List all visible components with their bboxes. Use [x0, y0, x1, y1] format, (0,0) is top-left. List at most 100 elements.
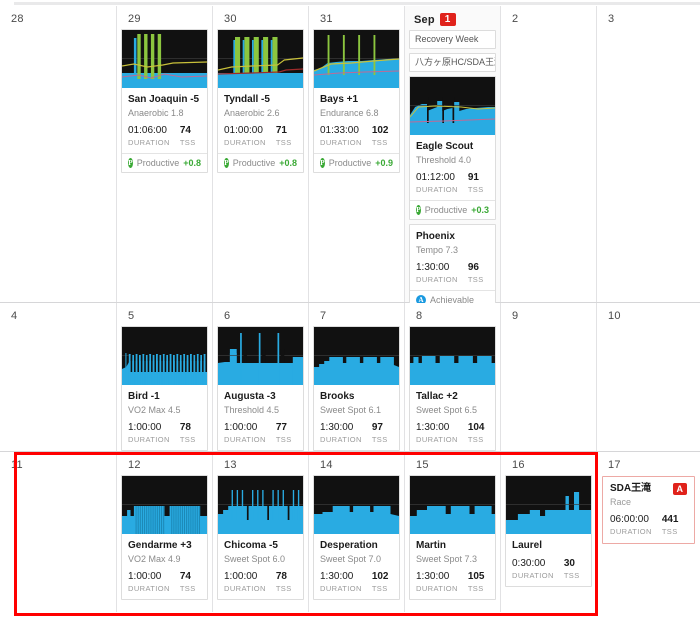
- calendar-day-cell-13[interactable]: 13 Chicoma -5 Sweet Spot 6.0 1:00:00 DURATIO…: [213, 452, 309, 612]
- tss-label: TSS: [371, 138, 388, 147]
- workout-status-footer: P Productive +0.9: [314, 153, 399, 172]
- calendar-day-cell-29[interactable]: 29 San Joaquin -5 Anaerobic 1.8 01:06:00 DUR…: [117, 6, 213, 302]
- workout-title: Chicoma -5: [224, 540, 278, 551]
- productive-icon: P: [320, 158, 325, 168]
- workout-title: Brooks: [320, 391, 355, 402]
- duration-label: DURATION: [416, 275, 458, 284]
- workout-subtitle: Endurance 6.8: [320, 108, 379, 118]
- duration-label: DURATION: [128, 584, 170, 593]
- calendar-day-cell-17[interactable]: 17 SDA王滝 A Race 06:00:00 DURATION 441 TSS: [597, 452, 700, 612]
- workout-tss-value: 78: [275, 571, 287, 582]
- calendar-day-cell-16[interactable]: 16 Laurel 0:30:00 DURATION 30 TSS: [501, 452, 597, 612]
- workout-title: Eagle Scout: [416, 141, 474, 152]
- workout-power-graph: [122, 327, 207, 385]
- race-duration-value: 06:00:00: [610, 514, 649, 525]
- calendar-grid: 28 29 San Joaquin -5 Anaerobic 1.8 01:06:00 D…: [0, 6, 700, 612]
- calendar-day-cell-11[interactable]: 11: [0, 452, 117, 612]
- workout-power-graph: [314, 476, 399, 534]
- workout-card[interactable]: Phoenix Tempo 7.3 1:30:00 DURATION 96 TSS A Ach…: [409, 224, 496, 310]
- workout-duration-value: 1:00:00: [224, 571, 258, 582]
- race-priority-badge: A: [672, 483, 687, 495]
- duration-label: DURATION: [128, 138, 170, 147]
- workout-tss-value: 102: [371, 571, 389, 582]
- workout-card[interactable]: Bird -1 VO2 Max 4.5 1:00:00 DURATION 78 TSS: [121, 326, 208, 451]
- training-calendar: 28 29 San Joaquin -5 Anaerobic 1.8 01:06:00 D…: [0, 0, 700, 617]
- workout-card[interactable]: Chicoma -5 Sweet Spot 6.0 1:00:00 DURATION 7…: [217, 475, 304, 600]
- calendar-day-cell-2[interactable]: 2: [501, 6, 597, 302]
- workout-card[interactable]: Gendarme +3 VO2 Max 4.9 1:00:00 DURATION 74 T…: [121, 475, 208, 600]
- duration-label: DURATION: [128, 435, 170, 444]
- workout-card[interactable]: Tyndall -5 Anaerobic 2.6 01:00:00 DURATION 7…: [217, 29, 304, 173]
- workout-status-label: Productive: [424, 205, 468, 215]
- calendar-day-cell-10[interactable]: 10: [597, 303, 700, 451]
- calendar-day-cell-1[interactable]: Sep 1 Recovery Week 八方ヶ原HC/SDA王滝 Eagle Scout…: [405, 6, 501, 310]
- workout-power-graph: [122, 30, 207, 88]
- workout-status-value: +0.3: [471, 205, 489, 215]
- workout-title: Augusta -3: [224, 391, 276, 402]
- workout-duration-value: 1:30:00: [416, 262, 450, 273]
- workout-subtitle: VO2 Max 4.9: [128, 554, 181, 564]
- calendar-day-cell-6[interactable]: 6 Augusta -3 Threshold 4.5 1:00:00 DURATION 7…: [213, 303, 309, 451]
- day-number: 31: [320, 13, 333, 25]
- day-number: 3: [608, 13, 615, 25]
- tss-label: TSS: [179, 435, 196, 444]
- calendar-day-cell-3[interactable]: 3: [597, 6, 700, 302]
- duration-label: DURATION: [416, 435, 458, 444]
- tss-label: TSS: [371, 584, 388, 593]
- workout-card[interactable]: San Joaquin -5 Anaerobic 1.8 01:06:00 DURAT…: [121, 29, 208, 173]
- workout-card[interactable]: Desperation Sweet Spot 7.0 1:30:00 DURATION…: [313, 475, 400, 600]
- workout-subtitle: Sweet Spot 6.1: [320, 405, 382, 415]
- day-number-badge: 1: [439, 13, 456, 26]
- race-card[interactable]: SDA王滝 A Race 06:00:00 DURATION 441 TSS: [602, 476, 695, 544]
- race-subtitle: Race: [610, 497, 632, 507]
- workout-card[interactable]: Bays +1 Endurance 6.8 01:33:00 DURATION 102 T…: [313, 29, 400, 173]
- tss-label: TSS: [179, 584, 196, 593]
- day-number: 17: [608, 459, 621, 471]
- duration-label: DURATION: [320, 138, 362, 147]
- month-label: Sep: [414, 13, 435, 26]
- calendar-day-cell-7[interactable]: 7 Brooks Sweet Spot 6.1 1:30:00 DURATION 97 TS…: [309, 303, 405, 451]
- workout-tss-value: 104: [467, 422, 485, 433]
- workout-card[interactable]: Tallac +2 Sweet Spot 6.5 1:30:00 DURATION 10…: [409, 326, 496, 451]
- workout-status-value: +0.8: [183, 158, 201, 168]
- event-annotation-chip[interactable]: 八方ヶ原HC/SDA王滝: [409, 53, 496, 72]
- calendar-week-row: 11 12 Gendarme +3 VO2 Max 4.9 1:00:00 DURATIO…: [0, 452, 700, 612]
- workout-title: Tyndall -5: [224, 94, 270, 105]
- workout-tss-value: 77: [275, 422, 287, 433]
- calendar-day-cell-28[interactable]: 28: [0, 6, 117, 302]
- day-number: 28: [11, 13, 24, 25]
- calendar-day-cell-31[interactable]: 31 Bays +1 Endurance 6.8 01:33:00 DURATION 10…: [309, 6, 405, 302]
- workout-tss-value: 91: [467, 172, 479, 183]
- workout-power-graph: [506, 476, 591, 534]
- workout-card[interactable]: Eagle Scout Threshold 4.0 01:12:00 DURATION…: [409, 76, 496, 220]
- calendar-day-cell-30[interactable]: 30 Tyndall -5 Anaerobic 2.6 01:00:00 DURATIO…: [213, 6, 309, 302]
- workout-card[interactable]: Augusta -3 Threshold 4.5 1:00:00 DURATION 77…: [217, 326, 304, 451]
- workout-power-graph: [218, 476, 303, 534]
- calendar-day-cell-8[interactable]: 8 Tallac +2 Sweet Spot 6.5 1:30:00 DURATION 1…: [405, 303, 501, 451]
- workout-card[interactable]: Martin Sweet Spot 7.3 1:30:00 DURATION 105 TS…: [409, 475, 496, 600]
- calendar-day-cell-9[interactable]: 9: [501, 303, 597, 451]
- workout-duration-value: 01:06:00: [128, 125, 167, 136]
- workout-status-footer: P Productive +0.8: [218, 153, 303, 172]
- calendar-day-cell-14[interactable]: 14 Desperation Sweet Spot 7.0 1:30:00 DURATI…: [309, 452, 405, 612]
- workout-duration-value: 1:00:00: [224, 422, 258, 433]
- workout-card[interactable]: Brooks Sweet Spot 6.1 1:30:00 DURATION 97 TSS: [313, 326, 400, 451]
- workout-subtitle: Sweet Spot 7.3: [416, 554, 478, 564]
- duration-label: DURATION: [416, 185, 458, 194]
- duration-label: DURATION: [224, 435, 266, 444]
- workout-tss-value: 78: [179, 422, 191, 433]
- calendar-day-cell-5[interactable]: 5 Bird -1 VO2 Max 4.5 1:00:00 DURATION 78 TSS: [117, 303, 213, 451]
- calendar-day-cell-12[interactable]: 12 Gendarme +3 VO2 Max 4.9 1:00:00 DURATION 7…: [117, 452, 213, 612]
- calendar-day-cell-15[interactable]: 15 Martin Sweet Spot 7.3 1:30:00 DURATION 105…: [405, 452, 501, 612]
- day-number: 11: [11, 459, 23, 471]
- tss-label: TSS: [275, 584, 292, 593]
- week-annotation-chip[interactable]: Recovery Week: [409, 30, 496, 49]
- workout-power-graph: [218, 30, 303, 88]
- workout-duration-value: 01:33:00: [320, 125, 359, 136]
- workout-card[interactable]: Laurel 0:30:00 DURATION 30 TSS: [505, 475, 592, 587]
- workout-duration-value: 1:00:00: [128, 422, 162, 433]
- workout-title: Bird -1: [128, 391, 160, 402]
- day-number: 7: [320, 310, 327, 322]
- calendar-day-cell-4[interactable]: 4: [0, 303, 117, 451]
- tss-label: TSS: [467, 275, 484, 284]
